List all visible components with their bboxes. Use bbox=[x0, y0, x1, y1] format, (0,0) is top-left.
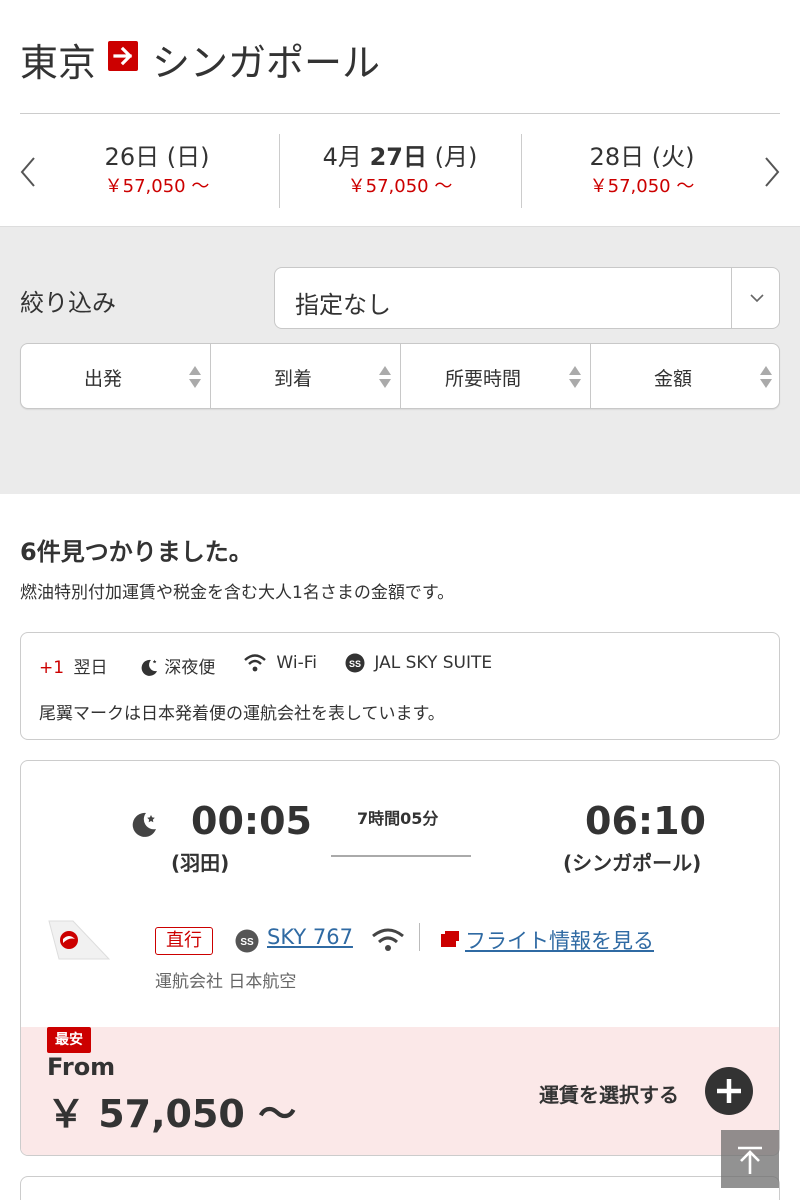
svg-text:SS: SS bbox=[349, 659, 361, 669]
sort-label: 金額 bbox=[653, 368, 692, 390]
arrow-up-icon bbox=[738, 1146, 762, 1174]
results-count: 6件見つかりました。 bbox=[20, 538, 253, 566]
sky-suite-icon: SS bbox=[345, 653, 365, 673]
filter-select[interactable]: 指定なし bbox=[274, 267, 780, 329]
wifi-label: Wi-Fi bbox=[276, 653, 317, 673]
date-label: 26日 (日) bbox=[104, 143, 210, 171]
filter-panel: 絞り込み 指定なし 出発 到着 所要時間 金額 bbox=[0, 226, 800, 494]
sort-arrows-icon bbox=[189, 366, 201, 388]
jal-tail-logo-icon bbox=[48, 920, 111, 960]
sort-label: 所要時間 bbox=[444, 368, 521, 390]
departure-time: 00:05 bbox=[191, 799, 312, 843]
nonstop-badge: 直行 bbox=[155, 927, 213, 955]
date-day: 27日 bbox=[369, 143, 427, 171]
wifi-icon bbox=[244, 654, 266, 672]
operator-label: 運航会社 日本航空 bbox=[155, 972, 297, 992]
plus-icon bbox=[717, 1079, 741, 1103]
date-month: 4月 bbox=[322, 143, 362, 171]
wifi-icon bbox=[372, 928, 404, 951]
divider bbox=[731, 268, 732, 328]
flight-duration: 7時間05分 bbox=[357, 809, 439, 828]
moon-icon bbox=[141, 659, 157, 676]
flight-card-next bbox=[20, 1176, 780, 1200]
next-day-label: 翌日 bbox=[73, 658, 108, 678]
departure-airport: (羽田) bbox=[171, 851, 230, 875]
date-option-next[interactable]: 28日 (火) ￥57,050 〜 bbox=[521, 142, 763, 200]
destination-city: シンガポール bbox=[152, 41, 381, 85]
aircraft-link[interactable]: SKY 767 bbox=[267, 925, 353, 949]
route-arrow-icon bbox=[108, 41, 138, 71]
divider bbox=[419, 923, 420, 951]
sort-label: 到着 bbox=[273, 368, 312, 390]
select-fare-button[interactable] bbox=[705, 1067, 753, 1115]
date-weekday: (月) bbox=[426, 143, 478, 171]
moon-icon bbox=[132, 812, 156, 837]
sky-suite-icon: SS bbox=[235, 929, 259, 953]
date-option-prev[interactable]: 26日 (日) ￥57,050 〜 bbox=[36, 142, 278, 200]
route-header: 東京 シンガポール bbox=[0, 0, 800, 114]
next-day-mark: +1 bbox=[39, 658, 65, 678]
cheapest-badge: 最安 bbox=[47, 1027, 91, 1053]
flight-card: 00:05 (羽田) 7時間05分 06:10 (シンガポール) 直行 SS S… bbox=[20, 760, 780, 1156]
late-night-label: 深夜便 bbox=[164, 658, 216, 678]
external-window-icon bbox=[441, 931, 459, 947]
sort-arrival-button[interactable]: 到着 bbox=[211, 344, 401, 408]
origin-city: 東京 bbox=[20, 41, 97, 85]
sort-bar: 出発 到着 所要時間 金額 bbox=[20, 343, 780, 409]
sort-arrows-icon bbox=[379, 366, 391, 388]
price-band: 最安 From ￥ 57,050 〜 運賃を選択する bbox=[21, 1027, 779, 1155]
legend-note: 尾翼マークは日本発着便の運航会社を表しています。 bbox=[39, 704, 445, 724]
sort-arrows-icon bbox=[569, 366, 581, 388]
date-price: ￥57,050 〜 bbox=[104, 176, 210, 197]
duration-line bbox=[331, 855, 471, 857]
sort-departure-button[interactable]: 出発 bbox=[21, 344, 211, 408]
from-label: From bbox=[47, 1053, 116, 1081]
legend-box: +1 翌日 深夜便 Wi-Fi SS JAL SKY SUITE 尾翼マークは日… bbox=[20, 632, 780, 740]
filter-label: 絞り込み bbox=[20, 289, 116, 317]
results-note: 燃油特別付加運賃や税金を含む大人1名さまの金額です。 bbox=[20, 583, 455, 603]
sort-price-button[interactable]: 金額 bbox=[591, 344, 779, 408]
flight-info-link[interactable]: フライト情報を見る bbox=[465, 925, 654, 955]
filter-value: 指定なし bbox=[295, 291, 391, 319]
svg-text:SS: SS bbox=[240, 937, 254, 948]
scroll-to-top-button[interactable] bbox=[721, 1130, 779, 1188]
fare-price: ￥ 57,050 〜 bbox=[47, 1092, 297, 1136]
chevron-right-icon[interactable] bbox=[756, 152, 786, 192]
select-fare-label[interactable]: 運賃を選択する bbox=[539, 1079, 679, 1108]
date-navigator: 26日 (日) ￥57,050 〜 4月 27日 (月) ￥57,050 〜 2… bbox=[0, 114, 800, 226]
arrival-time: 06:10 bbox=[585, 799, 706, 843]
date-label: 28日 (火) bbox=[589, 143, 695, 171]
date-price: ￥57,050 〜 bbox=[589, 176, 695, 197]
sort-duration-button[interactable]: 所要時間 bbox=[401, 344, 591, 408]
sort-label: 出発 bbox=[83, 368, 122, 390]
arrival-airport: (シンガポール) bbox=[563, 851, 702, 875]
sky-suite-label: JAL SKY SUITE bbox=[374, 653, 493, 673]
date-option-selected[interactable]: 4月 27日 (月) ￥57,050 〜 bbox=[279, 142, 521, 200]
sort-arrows-icon bbox=[760, 366, 772, 388]
chevron-down-icon bbox=[750, 294, 764, 303]
date-price: ￥57,050 〜 bbox=[347, 176, 453, 197]
